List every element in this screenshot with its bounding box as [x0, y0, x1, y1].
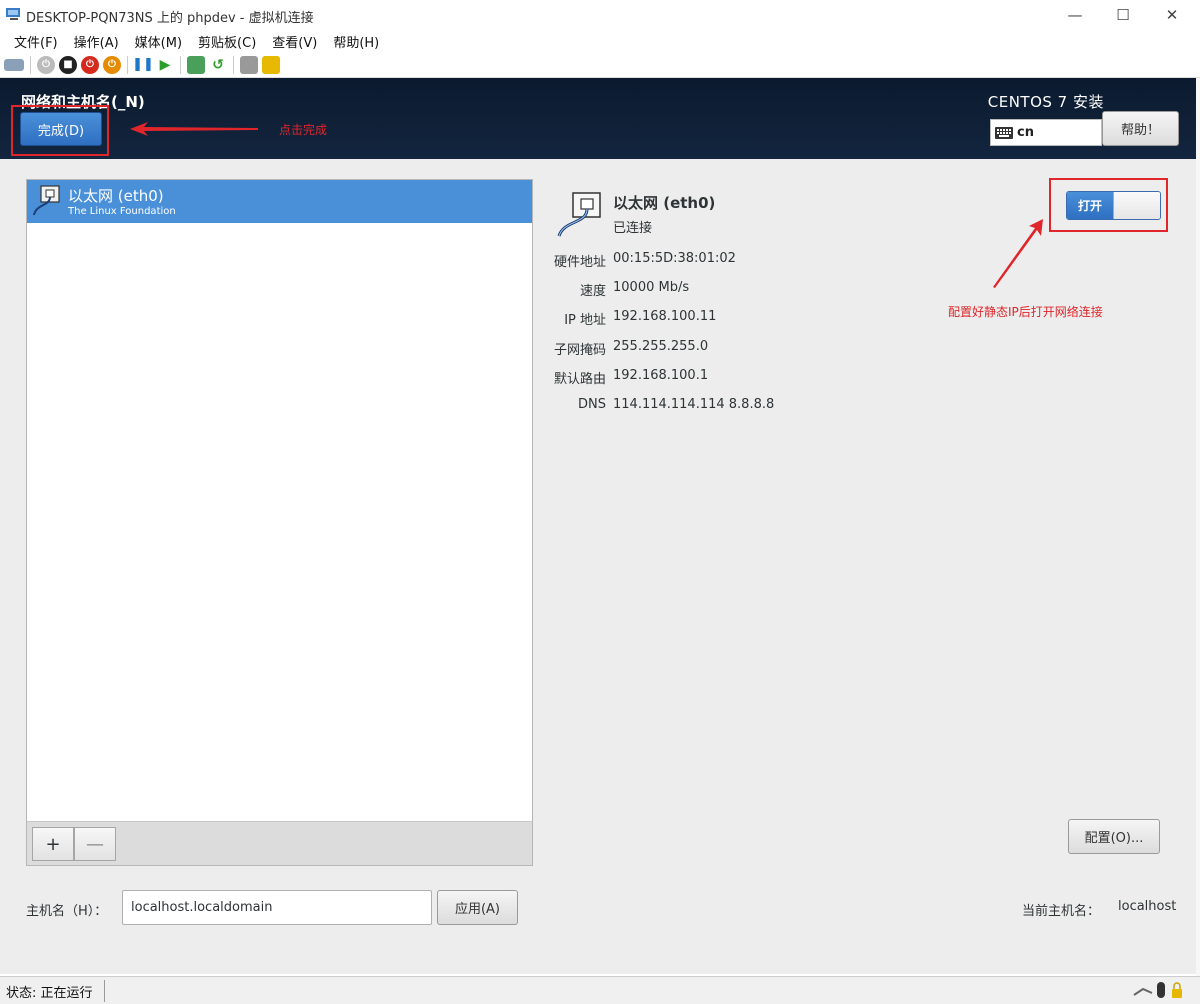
dns-value: 114.114.114.114 8.8.8.8 [613, 397, 775, 412]
status-separator [104, 980, 105, 1002]
toolbar-separator [233, 55, 234, 74]
keyboard-layout-label: cn [1017, 125, 1034, 140]
close-button[interactable]: ✕ [1150, 3, 1194, 27]
device-name: 以太网 (eth0) [68, 187, 164, 205]
keyboard-layout-indicator[interactable]: cn [990, 119, 1102, 146]
hostname-label: 主机名（H）： [26, 904, 108, 919]
share-icon[interactable] [262, 55, 280, 74]
annotation-box-toggle [1049, 178, 1168, 232]
save-state-icon[interactable]: ⏻ [103, 55, 121, 74]
detail-device-name: 以太网 (eth0) [613, 194, 716, 212]
toolbar-separator [180, 55, 181, 74]
menu-media[interactable]: 媒体(M) [127, 32, 190, 51]
hw-address-label: 硬件地址 [553, 255, 606, 270]
subnet-mask-value: 255.255.255.0 [613, 339, 709, 354]
menu-bar: 文件(F) 操作(A) 媒体(M) 剪贴板(C) 查看(V) 帮助(H) [0, 30, 1200, 52]
vm-screen: 网络和主机名(_N) 完成(D) 点击完成 CENTOS 7 安装 cn 帮助！… [0, 78, 1196, 974]
keyboard-status-icon [1133, 987, 1153, 996]
device-list-toolbar: + — [26, 821, 533, 866]
annotation-arrow-icon [130, 122, 258, 136]
window-titlebar: DESKTOP-PQN73NS 上的 phpdev - 虚拟机连接 — ☐ ✕ [0, 0, 1200, 30]
menu-file[interactable]: 文件(F) [6, 32, 66, 51]
installer-header: 网络和主机名(_N) 完成(D) 点击完成 CENTOS 7 安装 cn 帮助！ [0, 78, 1196, 159]
help-button[interactable]: 帮助！ [1102, 111, 1179, 146]
turn-off-icon[interactable]: ■ [59, 55, 77, 74]
connection-status: 已连接 [613, 221, 653, 236]
default-route-value: 192.168.100.1 [613, 368, 709, 383]
vm-connection-icon [6, 8, 20, 20]
configure-button[interactable]: 配置(O)... [1068, 819, 1160, 854]
default-route-label: 默认路由 [553, 372, 606, 387]
annotation-arrow-icon [993, 219, 1043, 288]
toolbar-separator [30, 55, 31, 74]
shutdown-icon[interactable]: ⏻ [81, 55, 99, 74]
window-right-edge [1196, 78, 1200, 976]
apply-hostname-button[interactable]: 应用(A) [437, 890, 518, 925]
maximize-button[interactable]: ☐ [1101, 3, 1145, 27]
revert-icon[interactable]: ↺ [209, 56, 227, 74]
device-vendor: The Linux Foundation [68, 206, 176, 217]
ip-address-value: 192.168.100.11 [613, 309, 717, 324]
hw-address-value: 00:15:5D:38:01:02 [613, 251, 736, 266]
product-title: CENTOS 7 安装 [987, 93, 1104, 111]
current-hostname-value: localhost [1118, 899, 1177, 914]
keyboard-icon [995, 126, 1013, 139]
menu-clipboard[interactable]: 剪贴板(C) [190, 32, 264, 51]
menu-action[interactable]: 操作(A) [66, 32, 127, 51]
remove-device-button[interactable]: — [74, 827, 116, 861]
device-list: 以太网 (eth0) The Linux Foundation [26, 179, 533, 866]
annotation-click-done: 点击完成 [279, 123, 328, 137]
annotation-box-done [11, 105, 109, 156]
hostname-input[interactable] [122, 890, 432, 925]
pause-icon[interactable]: ❚❚ [132, 56, 154, 74]
ethernet-detail-icon [557, 192, 601, 237]
vm-status: 状态: 正在运行 [6, 986, 93, 1001]
window-title: DESKTOP-PQN73NS 上的 phpdev - 虚拟机连接 [26, 11, 314, 26]
current-hostname-label: 当前主机名： [1022, 904, 1101, 919]
mouse-status-icon [1157, 982, 1165, 998]
ip-address-label: IP 地址 [564, 313, 606, 328]
lock-icon [1172, 982, 1182, 998]
annotation-enable-network: 配置好静态IP后打开网络连接 [948, 305, 1103, 319]
start-icon[interactable]: ⏻ [37, 55, 55, 74]
add-device-button[interactable]: + [32, 827, 74, 861]
toolbar: ⏻ ■ ⏻ ⏻ ❚❚ ▶ ↺ [0, 52, 1200, 78]
speed-label: 速度 [579, 284, 606, 299]
enhanced-session-icon[interactable] [240, 55, 258, 74]
subnet-mask-label: 子网掩码 [553, 343, 606, 358]
resume-icon[interactable]: ▶ [156, 56, 174, 74]
minimize-button[interactable]: — [1053, 3, 1097, 27]
ethernet-icon [33, 185, 60, 216]
status-bar: 状态: 正在运行 [0, 976, 1200, 1004]
menu-view[interactable]: 查看(V) [264, 32, 325, 51]
speed-value: 10000 Mb/s [613, 280, 690, 295]
toolbar-separator [127, 55, 128, 74]
ctrl-alt-del-icon[interactable] [4, 58, 24, 71]
device-list-item[interactable]: 以太网 (eth0) The Linux Foundation [27, 180, 532, 223]
dns-label: DNS [578, 397, 606, 412]
menu-help[interactable]: 帮助(H) [325, 32, 387, 51]
checkpoint-icon[interactable] [187, 55, 205, 74]
